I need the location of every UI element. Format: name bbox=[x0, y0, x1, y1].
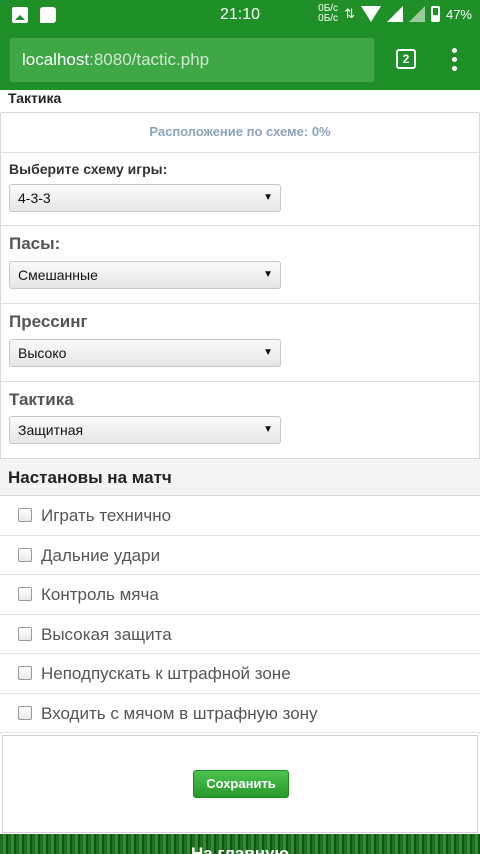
browser-toolbar: localhost:8080/tactic.php 2 bbox=[0, 30, 480, 90]
instruction-label[interactable]: Входить с мячом в штрафную зону bbox=[41, 704, 318, 724]
passing-row: Пасы: Смешанные ▼ bbox=[1, 226, 479, 304]
pressing-label: Прессинг bbox=[9, 312, 88, 331]
footer-grass-banner: На главную bbox=[0, 834, 480, 854]
tactics-form: Расположение по схеме: 0% Выберите схему… bbox=[0, 112, 480, 460]
save-panel: Сохранить bbox=[2, 735, 478, 833]
instruction-label[interactable]: Контроль мяча bbox=[41, 585, 159, 605]
page-title: Тактика bbox=[8, 90, 62, 106]
instruction-label[interactable]: Неподпускать к штрафной зоне bbox=[41, 664, 291, 684]
instruction-label[interactable]: Играть технично bbox=[41, 506, 171, 526]
pressing-row: Прессинг Высоко ▼ bbox=[1, 304, 479, 382]
formation-match-status: Расположение по схеме: 0% bbox=[1, 113, 479, 153]
instruction-item[interactable]: Играть технично bbox=[0, 496, 480, 536]
status-bar: 21:10 0Б/с 0Б/с ⇅ 47% bbox=[0, 0, 480, 30]
data-rate: 0Б/с 0Б/с bbox=[318, 3, 339, 24]
instruction-item[interactable]: Высокая защита bbox=[0, 615, 480, 654]
home-link[interactable]: На главную bbox=[0, 844, 480, 854]
chevron-down-icon: ▼ bbox=[263, 269, 273, 280]
instruction-label[interactable]: Дальние удари bbox=[41, 546, 160, 566]
chevron-down-icon: ▼ bbox=[263, 347, 273, 358]
wifi-icon bbox=[360, 6, 381, 22]
system-icons: 0Б/с 0Б/с ⇅ 47% bbox=[318, 4, 472, 24]
instruction-item[interactable]: Дальние удари bbox=[0, 536, 480, 575]
signal-secondary-icon bbox=[408, 6, 425, 22]
save-button[interactable]: Сохранить bbox=[193, 770, 289, 798]
chevron-down-icon: ▼ bbox=[263, 424, 273, 435]
battery-percent: 47% bbox=[445, 6, 472, 22]
address-bar[interactable]: localhost:8080/tactic.php bbox=[10, 38, 374, 82]
formation-label: Выберите схему игры: bbox=[9, 161, 168, 177]
passing-select[interactable]: Смешанные ▼ bbox=[9, 261, 281, 289]
instruction-label[interactable]: Высокая защита bbox=[41, 625, 172, 645]
pressing-select[interactable]: Высоко ▼ bbox=[9, 339, 281, 367]
tab-switcher-button[interactable]: 2 bbox=[396, 49, 416, 69]
match-instructions-list: Играть технично Дальние удари Контроль м… bbox=[0, 496, 480, 733]
instruction-item[interactable]: Входить с мячом в штрафную зону bbox=[0, 694, 480, 733]
data-arrows-icon: ⇅ bbox=[344, 6, 355, 21]
tactic-row: Тактика Защитная ▼ bbox=[1, 382, 479, 459]
tactic-label: Тактика bbox=[9, 390, 74, 409]
instruction-item[interactable]: Контроль мяча bbox=[0, 575, 480, 615]
instruction-checkbox[interactable] bbox=[18, 626, 32, 641]
instruction-checkbox[interactable] bbox=[18, 666, 32, 680]
chevron-down-icon: ▼ bbox=[263, 192, 273, 203]
signal-icon bbox=[386, 6, 403, 22]
url-path: :8080/tactic.php bbox=[89, 50, 210, 69]
browser-menu-icon[interactable] bbox=[446, 48, 462, 72]
passing-label: Пасы: bbox=[9, 234, 61, 253]
url-host: localhost bbox=[22, 50, 90, 69]
instruction-checkbox[interactable] bbox=[18, 547, 32, 562]
formation-row: Выберите схему игры: 4-3-3 ▼ bbox=[1, 153, 479, 226]
formation-select[interactable]: 4-3-3 ▼ bbox=[9, 184, 281, 212]
instruction-checkbox[interactable] bbox=[18, 705, 32, 720]
instruction-item[interactable]: Неподпускать к штрафной зоне bbox=[0, 654, 480, 694]
tactic-select[interactable]: Защитная ▼ bbox=[9, 416, 281, 444]
instruction-checkbox[interactable] bbox=[18, 587, 32, 601]
match-instructions-header: Настановы на матч bbox=[0, 458, 480, 496]
page-content: Тактика Расположение по схеме: 0% Выбери… bbox=[0, 90, 480, 854]
battery-icon bbox=[430, 6, 440, 22]
instruction-checkbox[interactable] bbox=[18, 508, 32, 522]
